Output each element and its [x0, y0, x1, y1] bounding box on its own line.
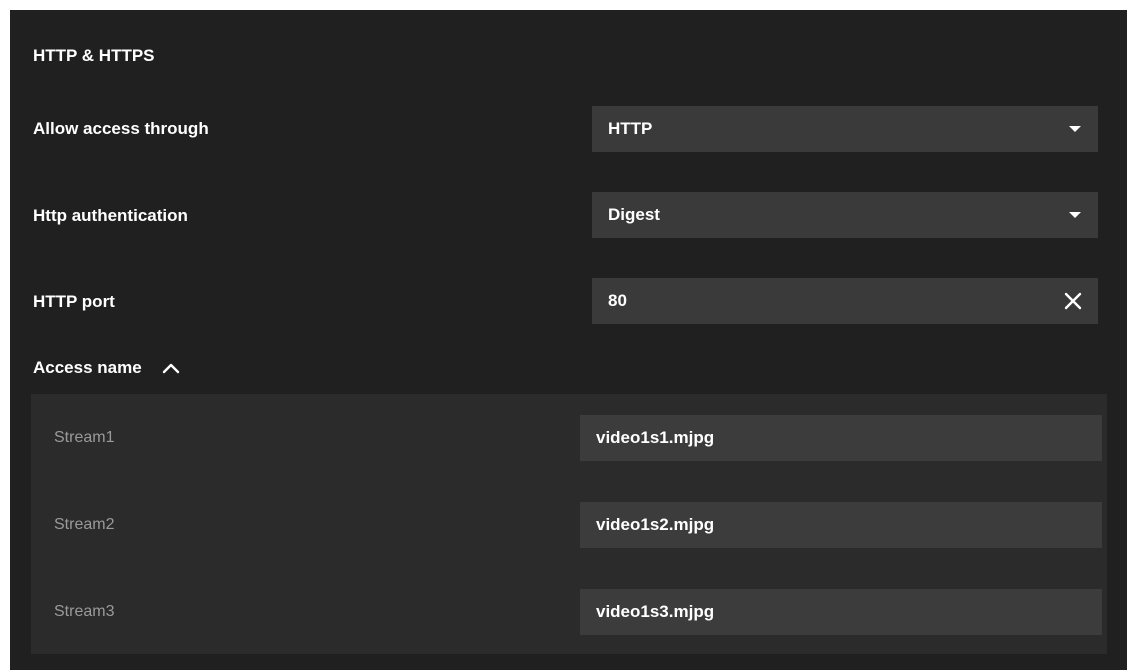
allow-access-value: HTTP — [608, 119, 653, 138]
access-name-toggle[interactable]: Access name — [33, 358, 180, 378]
http-https-settings-panel: HTTP & HTTPS Allow access through HTTP H… — [10, 10, 1127, 670]
access-name-panel: Stream1 Stream2 Stream3 — [31, 394, 1107, 654]
access-name-label: Access name — [33, 358, 142, 377]
caret-down-icon — [1069, 126, 1081, 132]
http-port-input[interactable]: 80 — [592, 278, 1098, 324]
allow-access-label: Allow access through — [33, 119, 209, 138]
http-auth-select[interactable]: Digest — [592, 192, 1098, 238]
stream1-input[interactable] — [580, 415, 1102, 461]
caret-down-icon — [1069, 212, 1081, 218]
stream3-input[interactable] — [580, 589, 1102, 635]
http-port-label: HTTP port — [33, 292, 115, 311]
allow-access-select[interactable]: HTTP — [592, 106, 1098, 152]
chevron-up-icon — [162, 363, 179, 374]
http-auth-label: Http authentication — [33, 206, 188, 225]
http-port-value: 80 — [608, 291, 627, 310]
section-title: HTTP & HTTPS — [33, 46, 155, 65]
stream3-label: Stream3 — [54, 603, 115, 620]
http-auth-value: Digest — [608, 205, 660, 224]
clear-icon[interactable] — [1062, 290, 1084, 312]
stream2-input[interactable] — [580, 502, 1102, 548]
stream2-label: Stream2 — [54, 516, 115, 533]
stream1-label: Stream1 — [54, 429, 115, 446]
